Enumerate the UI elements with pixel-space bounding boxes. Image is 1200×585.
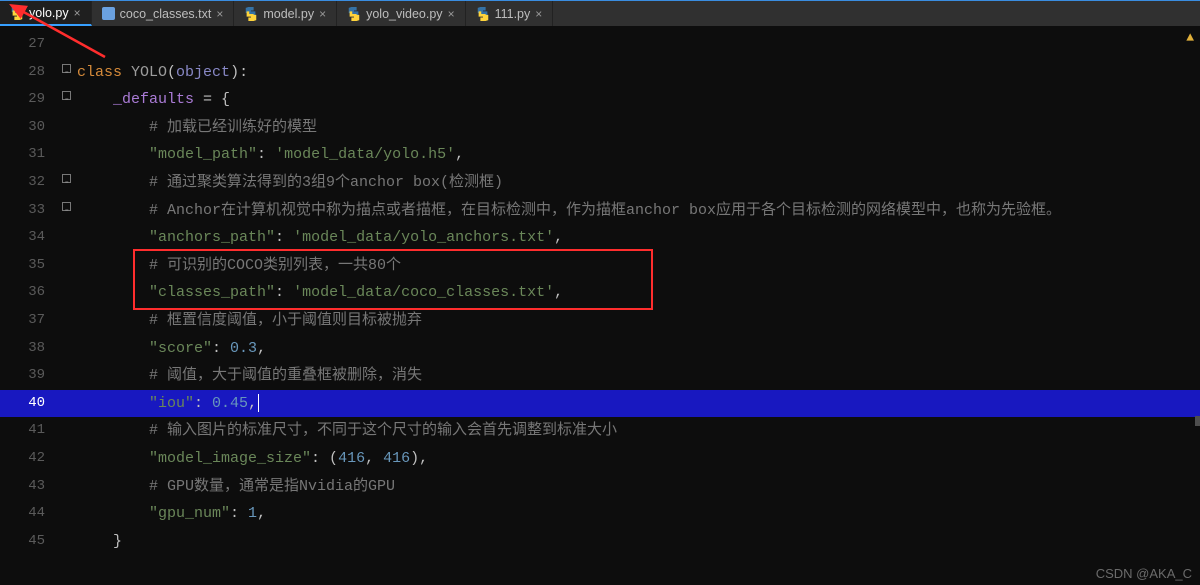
python-file-icon [476,7,490,21]
close-icon[interactable]: × [448,7,455,21]
code-line-34[interactable]: "anchors_path": 'model_data/yolo_anchors… [77,224,1200,252]
tab-label: coco_classes.txt [120,7,212,21]
code-line-29[interactable]: _defaults = { [77,86,1200,114]
line-number: 27 [0,31,55,59]
close-icon[interactable]: × [535,7,542,21]
code-line-32[interactable]: # 通过聚类算法得到的3组9个anchor box(检测框) [77,169,1200,197]
close-icon[interactable]: × [319,7,326,21]
fold-marker[interactable] [55,473,77,501]
text-file-icon [102,7,115,20]
code-line-30[interactable]: # 加载已经训练好的模型 [77,114,1200,142]
fold-marker[interactable] [55,445,77,473]
fold-marker[interactable] [55,31,77,59]
tab-label: model.py [263,7,314,21]
code-line-43[interactable]: # GPU数量，通常是指Nvidia的GPU [77,473,1200,501]
fold-marker[interactable] [55,362,77,390]
fold-marker[interactable] [55,86,77,114]
fold-marker[interactable] [55,114,77,142]
line-number: 32 [0,169,55,197]
code-line-27[interactable] [77,31,1200,59]
line-number: 31 [0,141,55,169]
python-file-icon [347,7,361,21]
fold-marker[interactable] [55,279,77,307]
fold-marker[interactable] [55,307,77,335]
code-line-40[interactable]: "iou": 0.45, [77,390,1200,418]
fold-marker[interactable] [55,500,77,528]
fold-marker[interactable] [55,59,77,87]
code-line-35[interactable]: # 可识别的COCO类别列表，一共80个 [77,252,1200,280]
code-line-33[interactable]: # Anchor在计算机视觉中称为描点或者描框，在目标检测中，作为描框ancho… [77,197,1200,225]
line-number: 34 [0,224,55,252]
code-line-38[interactable]: "score": 0.3, [77,335,1200,363]
fold-marker[interactable] [55,224,77,252]
line-number: 42 [0,445,55,473]
fold-marker[interactable] [55,197,77,225]
line-number: 40 [0,390,55,418]
tab-model-py[interactable]: model.py × [234,1,337,26]
code-line-44[interactable]: "gpu_num": 1, [77,500,1200,528]
fold-marker[interactable] [55,390,77,418]
line-number: 43 [0,473,55,501]
tab-yolo-py[interactable]: yolo.py × [0,1,92,26]
close-icon[interactable]: × [74,6,81,20]
tab-label: yolo_video.py [366,7,442,21]
line-number-gutter: 27282930313233343536373839404142434445 [0,26,55,585]
code-line-36[interactable]: "classes_path": 'model_data/coco_classes… [77,279,1200,307]
fold-marker[interactable] [55,169,77,197]
code-editor[interactable]: 27282930313233343536373839404142434445 c… [0,26,1200,585]
line-number: 41 [0,417,55,445]
tab-label: 111.py [495,7,531,21]
code-line-28[interactable]: class YOLO(object): [77,59,1200,87]
line-number: 45 [0,528,55,556]
code-line-37[interactable]: # 框置信度阈值，小于阈值则目标被抛弃 [77,307,1200,335]
warning-indicator[interactable] [1186,30,1194,45]
fold-marker[interactable] [55,528,77,556]
code-line-39[interactable]: # 阈值，大于阈值的重叠框被删除，消失 [77,362,1200,390]
code-area[interactable]: class YOLO(object): _defaults = { # 加载已经… [77,26,1200,585]
line-number: 35 [0,252,55,280]
line-number: 44 [0,500,55,528]
code-line-45[interactable]: } [77,528,1200,556]
line-number: 38 [0,335,55,363]
tab-label: yolo.py [29,6,69,20]
tab-coco-classes-txt[interactable]: coco_classes.txt × [92,1,235,26]
code-line-41[interactable]: # 输入图片的标准尺寸，不同于这个尺寸的输入会首先调整到标准大小 [77,417,1200,445]
code-line-31[interactable]: "model_path": 'model_data/yolo.h5', [77,141,1200,169]
python-file-icon [10,6,24,20]
line-number: 28 [0,59,55,87]
fold-gutter [55,26,77,585]
editor-tabbar: yolo.py × coco_classes.txt × model.py × … [0,0,1200,26]
line-number: 33 [0,197,55,225]
fold-marker[interactable] [55,417,77,445]
fold-marker[interactable] [55,335,77,363]
scrollbar-marker[interactable] [1195,416,1200,426]
close-icon[interactable]: × [216,7,223,21]
python-file-icon [244,7,258,21]
line-number: 30 [0,114,55,142]
line-number: 36 [0,279,55,307]
watermark-text: CSDN @AKA_C [1096,566,1192,581]
code-line-42[interactable]: "model_image_size": (416, 416), [77,445,1200,473]
line-number: 39 [0,362,55,390]
line-number: 29 [0,86,55,114]
line-number: 37 [0,307,55,335]
fold-marker[interactable] [55,141,77,169]
tab-111-py[interactable]: 111.py × [466,1,554,26]
fold-marker[interactable] [55,252,77,280]
tab-yolo-video-py[interactable]: yolo_video.py × [337,1,465,26]
